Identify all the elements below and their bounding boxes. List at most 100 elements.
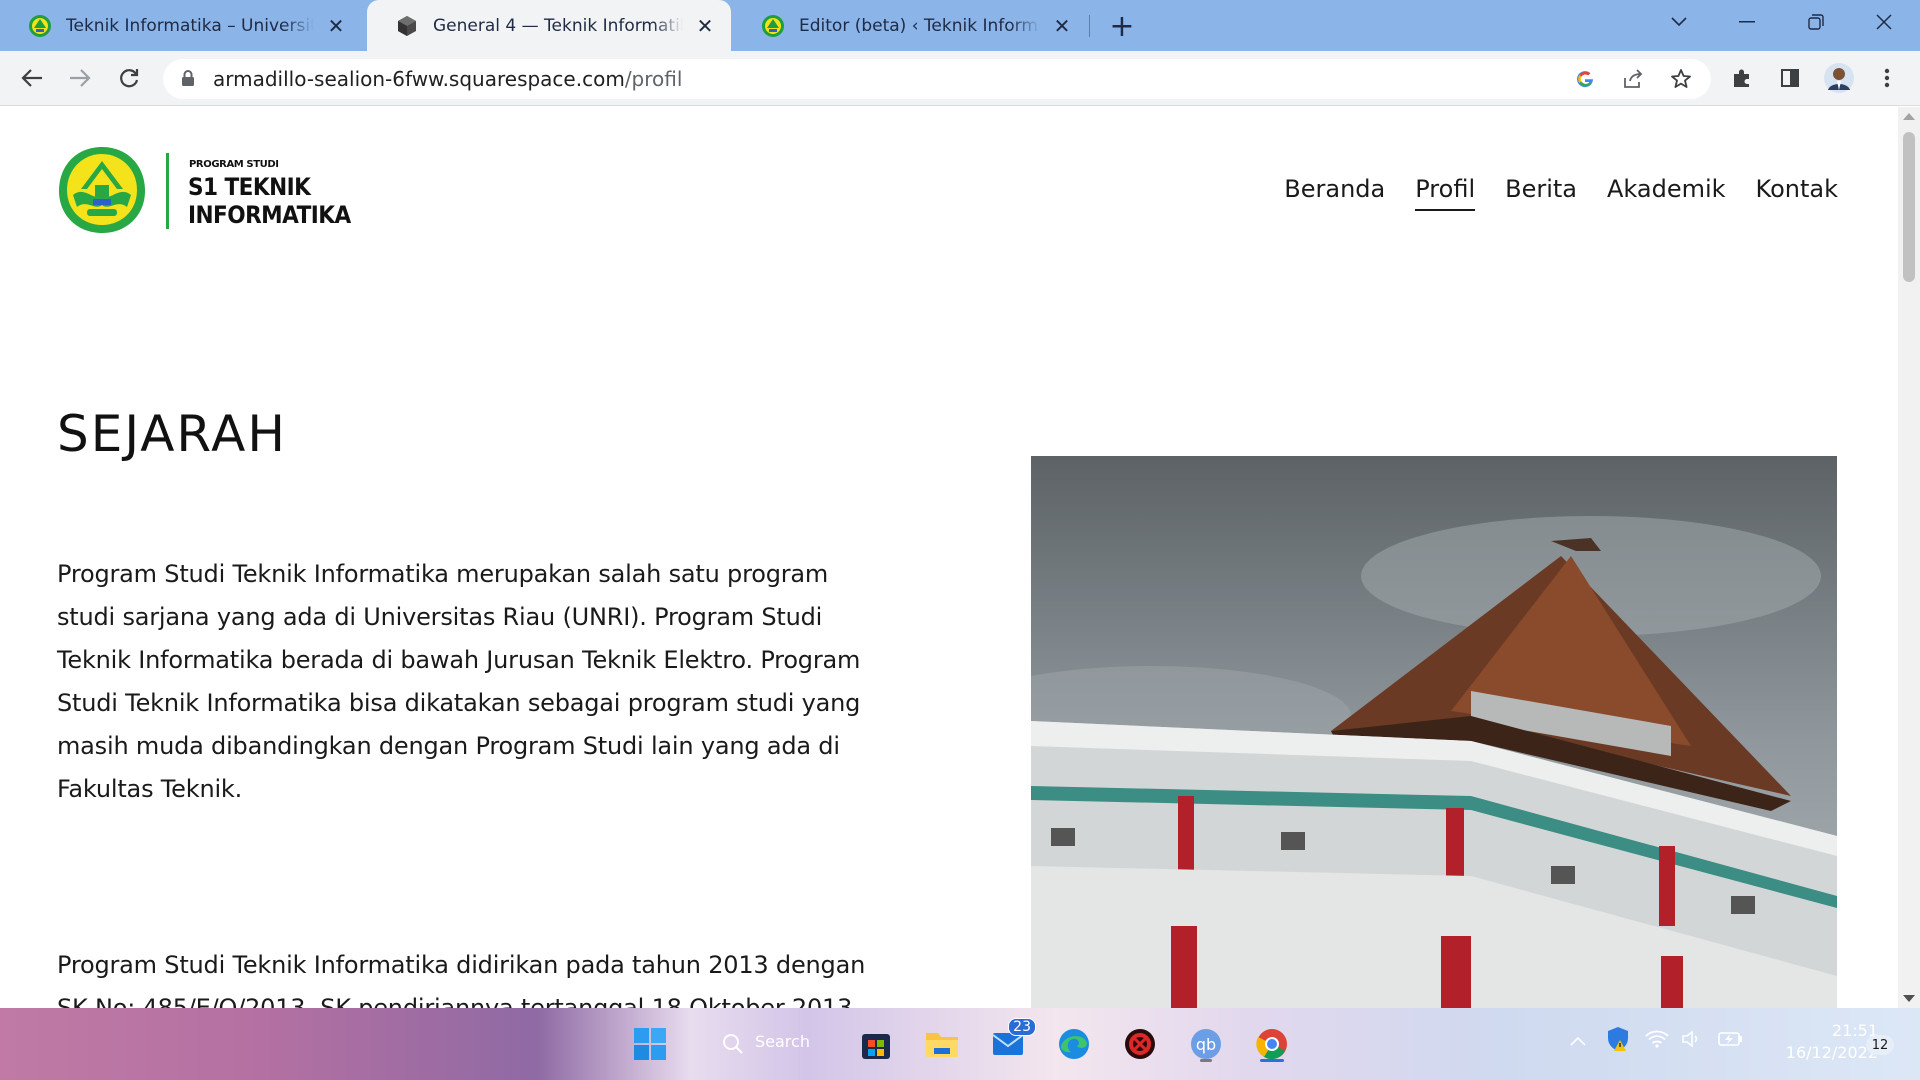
start-button[interactable] bbox=[628, 1022, 672, 1066]
paragraph-2: Program Studi Teknik Informatika didirik… bbox=[57, 951, 866, 1008]
url-path: /profil bbox=[624, 67, 683, 91]
tab-close-icon[interactable]: ✕ bbox=[693, 14, 717, 38]
paragraph-1: Program Studi Teknik Informatika merupak… bbox=[57, 560, 861, 803]
wifi-button[interactable] bbox=[1645, 1030, 1669, 1053]
mail-button[interactable]: 23 bbox=[986, 1018, 1036, 1066]
chrome-menu-button[interactable] bbox=[1868, 59, 1906, 97]
puzzle-icon bbox=[1734, 69, 1749, 87]
site-logo[interactable]: PROGRAM STUDI S1 TEKNIK INFORMATIKA bbox=[57, 145, 351, 235]
folder-icon bbox=[926, 1033, 958, 1057]
volume-button[interactable] bbox=[1681, 1030, 1703, 1053]
security-tray-button[interactable] bbox=[1606, 1026, 1630, 1057]
page-heading: SEJARAH bbox=[57, 405, 287, 463]
nav-akademik[interactable]: Akademik bbox=[1607, 175, 1726, 211]
browser-toolbar: armadillo-sealion-6fww.squarespace.com/p… bbox=[0, 51, 1920, 106]
minimize-icon bbox=[1739, 21, 1755, 23]
avatar-icon bbox=[1824, 63, 1854, 93]
tab-close-icon[interactable]: ✕ bbox=[324, 14, 348, 38]
app-red-button[interactable] bbox=[1118, 1022, 1162, 1066]
restore-button[interactable] bbox=[1787, 0, 1845, 44]
tab-title: Editor (beta) ‹ Teknik Informatika bbox=[799, 15, 1040, 36]
close-icon bbox=[1876, 14, 1892, 30]
tab-title: General 4 — Teknik Informatika Universit… bbox=[433, 15, 683, 36]
browser-tab-strip: Teknik Informatika – Universitas Riau ✕ … bbox=[0, 0, 1920, 51]
chevron-down-icon bbox=[1671, 17, 1687, 27]
scroll-up-arrow-icon[interactable] bbox=[1903, 113, 1915, 120]
logo-divider bbox=[166, 153, 169, 229]
edge-icon bbox=[1059, 1029, 1089, 1059]
reload-icon bbox=[120, 69, 139, 88]
search-icon bbox=[723, 1034, 743, 1054]
forward-button[interactable] bbox=[61, 59, 99, 97]
address-bar[interactable]: armadillo-sealion-6fww.squarespace.com/p… bbox=[163, 59, 1711, 99]
tab-teknik-informatika[interactable]: Teknik Informatika – Universitas Riau ✕ bbox=[0, 0, 362, 51]
clock-time: 21:51 bbox=[1831, 1021, 1878, 1040]
lock-icon[interactable] bbox=[181, 70, 195, 87]
tab-general-4[interactable]: General 4 — Teknik Informatika Universit… bbox=[367, 0, 731, 51]
edge-button[interactable] bbox=[1052, 1022, 1096, 1066]
logo-line-2: INFORMATIKA bbox=[188, 201, 351, 229]
close-window-button[interactable] bbox=[1855, 0, 1913, 44]
nav-kontak[interactable]: Kontak bbox=[1756, 175, 1838, 211]
tray-overflow-button[interactable] bbox=[1570, 1030, 1586, 1051]
minimize-button[interactable] bbox=[1718, 0, 1776, 44]
speaker-icon bbox=[1682, 1030, 1698, 1048]
url-text[interactable]: armadillo-sealion-6fww.squarespace.com/p… bbox=[213, 59, 682, 99]
unri-favicon-icon bbox=[762, 14, 784, 37]
tab-close-icon[interactable]: ✕ bbox=[1050, 14, 1074, 38]
wifi-icon bbox=[1645, 1030, 1669, 1048]
qbittorrent-button[interactable]: qb bbox=[1184, 1022, 1228, 1066]
microsoft-store-button[interactable] bbox=[854, 1022, 898, 1066]
notification-count-badge[interactable]: 12 bbox=[1866, 1035, 1894, 1055]
qbittorrent-icon: qb bbox=[1191, 1029, 1221, 1059]
nav-berita[interactable]: Berita bbox=[1505, 175, 1577, 211]
taskbar-clock[interactable]: 21:51 16/12/2022 bbox=[1768, 1020, 1878, 1064]
clock-date: 16/12/2022 bbox=[1785, 1043, 1878, 1062]
web-page: PROGRAM STUDI S1 TEKNIK INFORMATIKA Bera… bbox=[0, 107, 1898, 1008]
google-lens-button[interactable] bbox=[1571, 65, 1599, 93]
battery-button[interactable] bbox=[1717, 1030, 1743, 1053]
profile-button[interactable] bbox=[1820, 59, 1858, 97]
bookmark-button[interactable] bbox=[1667, 65, 1695, 93]
svg-text:qb: qb bbox=[1196, 1035, 1216, 1054]
new-tab-button[interactable]: + bbox=[1106, 9, 1138, 44]
back-button[interactable] bbox=[13, 59, 51, 97]
red-app-icon bbox=[1125, 1029, 1155, 1059]
file-explorer-button[interactable] bbox=[920, 1022, 964, 1066]
scroll-down-arrow-icon[interactable] bbox=[1903, 995, 1915, 1002]
tab-title: Teknik Informatika – Universitas Riau bbox=[66, 15, 314, 36]
url-host: armadillo-sealion-6fww.squarespace.com bbox=[213, 67, 625, 91]
nav-profil[interactable]: Profil bbox=[1415, 175, 1476, 211]
logo-line-1: S1 TEKNIK bbox=[188, 173, 311, 201]
search-button[interactable] bbox=[718, 1022, 748, 1066]
chrome-icon bbox=[1256, 1029, 1287, 1060]
page-scrollbar[interactable] bbox=[1898, 107, 1920, 1008]
reload-button[interactable] bbox=[110, 59, 148, 97]
running-indicator bbox=[1200, 1059, 1212, 1062]
share-button[interactable] bbox=[1619, 65, 1647, 93]
chevron-up-icon bbox=[1570, 1036, 1586, 1046]
unri-emblem-icon bbox=[59, 147, 145, 233]
chrome-button[interactable] bbox=[1250, 1022, 1294, 1066]
extensions-button[interactable] bbox=[1723, 59, 1761, 97]
logo-title: S1 TEKNIK INFORMATIKA bbox=[188, 173, 351, 229]
tab-search-button[interactable] bbox=[1650, 0, 1708, 44]
scroll-thumb[interactable] bbox=[1903, 132, 1915, 282]
star-icon bbox=[1671, 69, 1691, 88]
building-illustration bbox=[1031, 456, 1837, 1008]
campus-building-photo bbox=[1031, 456, 1837, 1008]
search-label[interactable]: Search bbox=[755, 1032, 810, 1051]
side-panel-icon bbox=[1781, 69, 1799, 87]
shield-warning-icon bbox=[1608, 1027, 1628, 1051]
tab-editor-beta[interactable]: Editor (beta) ‹ Teknik Informatika ✕ bbox=[733, 0, 1088, 51]
nav-beranda[interactable]: Beranda bbox=[1284, 175, 1385, 211]
store-icon bbox=[862, 1034, 890, 1059]
active-indicator bbox=[1260, 1059, 1284, 1062]
side-panel-button[interactable] bbox=[1771, 59, 1809, 97]
battery-charging-icon bbox=[1718, 1032, 1742, 1046]
restore-icon bbox=[1808, 14, 1824, 30]
windows-logo-icon bbox=[634, 1028, 666, 1060]
share-icon bbox=[1624, 69, 1643, 88]
tab-separator bbox=[1089, 15, 1090, 37]
cube-favicon-icon bbox=[398, 15, 416, 36]
